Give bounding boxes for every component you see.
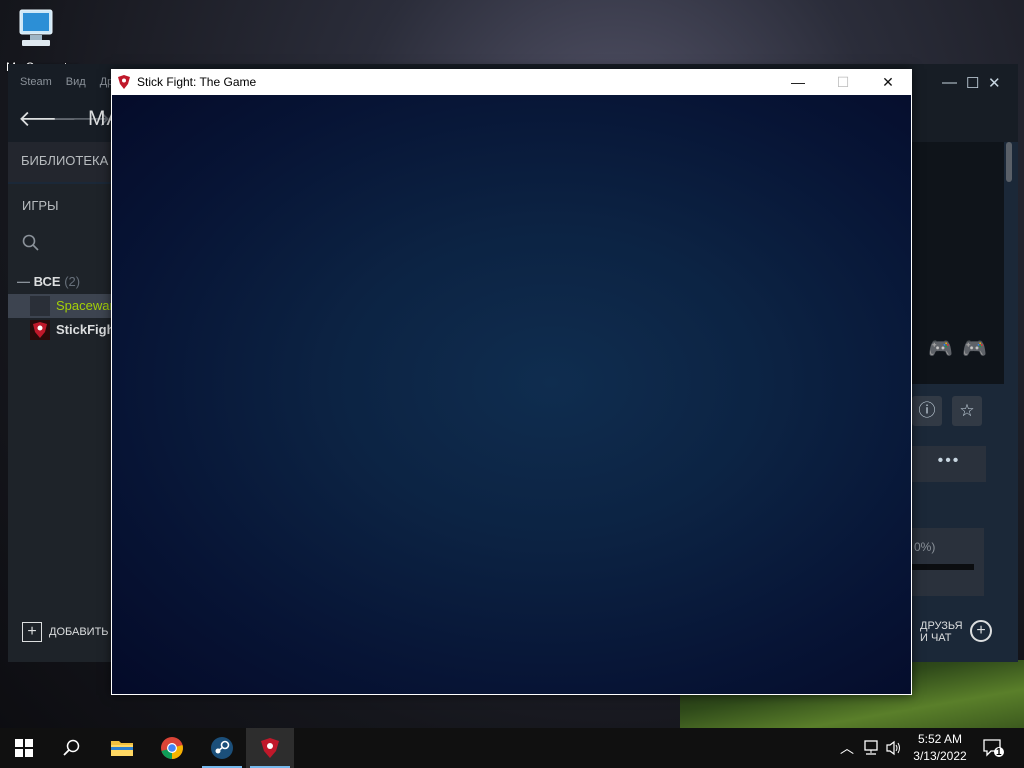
steam-taskbar-button[interactable] bbox=[198, 728, 246, 768]
steam-minimize-button[interactable]: — bbox=[942, 74, 957, 91]
taskbar: ︿ 5:52 AM 3/13/2022 1 bbox=[0, 728, 1024, 768]
minimize-button[interactable]: — bbox=[775, 69, 821, 95]
game-hero-area: 🎮 🎮 bbox=[912, 142, 1004, 384]
download-progress-card: 0%) bbox=[912, 528, 984, 596]
computer-icon bbox=[19, 9, 53, 46]
network-icon[interactable] bbox=[862, 728, 880, 768]
all-label: ВСЕ bbox=[33, 274, 61, 289]
all-count: (2) bbox=[64, 274, 81, 289]
download-percent: 0%) bbox=[914, 540, 936, 554]
add-game-button[interactable]: + ДОБАВИТЬ bbox=[22, 622, 109, 642]
game-list-item-stickfight[interactable]: StickFight bbox=[8, 318, 112, 342]
game-window: Stick Fight: The Game — ☐ ✕ bbox=[111, 69, 912, 695]
info-icon[interactable]: ⓘ bbox=[912, 396, 942, 426]
steam-close-button[interactable]: ✕ bbox=[988, 74, 1001, 92]
friends-label-line2: И ЧАТ bbox=[920, 632, 952, 644]
maximize-button[interactable]: ☐ bbox=[820, 69, 866, 95]
game-titlebar[interactable]: Stick Fight: The Game — ☐ ✕ bbox=[111, 69, 912, 95]
star-icon[interactable]: ☆ bbox=[952, 396, 982, 426]
clock[interactable]: 5:52 AM 3/13/2022 bbox=[905, 731, 975, 765]
controller-icon: 🎮 bbox=[962, 338, 987, 360]
folder-icon bbox=[111, 741, 133, 756]
game-thumbnail bbox=[30, 296, 50, 316]
remote-play-controller-icon: 🎮 bbox=[928, 338, 953, 360]
notification-count: 1 bbox=[996, 747, 1002, 758]
file-explorer-button[interactable] bbox=[98, 728, 146, 768]
search-icon bbox=[63, 739, 80, 756]
more-options-button[interactable]: ••• bbox=[912, 446, 986, 482]
steam-icon bbox=[211, 737, 233, 759]
search-icon[interactable] bbox=[22, 234, 40, 257]
games-dropdown[interactable]: ИГРЫ bbox=[22, 198, 59, 213]
windows-icon bbox=[15, 739, 33, 757]
game-name: Spacewar bbox=[56, 298, 112, 313]
game-name: StickFight bbox=[56, 322, 112, 337]
steam-scrollbar[interactable] bbox=[1006, 142, 1012, 182]
stickfight-app-icon bbox=[116, 74, 132, 95]
library-sidebar: ИГРЫ — ВСЕ (2) Spacewar StickFight + ДОБА… bbox=[8, 184, 112, 662]
my-computer-desktop-icon[interactable]: My Computer bbox=[6, 8, 78, 74]
download-progress-bar bbox=[912, 564, 974, 570]
add-game-label: ДОБАВИТЬ bbox=[49, 625, 109, 638]
stickfight-icon bbox=[30, 320, 50, 340]
stickfight-taskbar-button[interactable] bbox=[246, 728, 294, 768]
plus-icon: + bbox=[22, 622, 42, 642]
steam-maximize-button[interactable]: ☐ bbox=[966, 74, 979, 92]
search-button[interactable] bbox=[48, 728, 96, 768]
game-list-item-spacewar[interactable]: Spacewar bbox=[8, 294, 112, 318]
menu-view[interactable]: Вид bbox=[66, 76, 86, 88]
close-button[interactable]: ✕ bbox=[865, 69, 911, 95]
volume-icon[interactable] bbox=[885, 728, 903, 768]
friends-label-line1: ДРУЗЬЯ bbox=[920, 620, 963, 632]
all-games-header[interactable]: — ВСЕ (2) bbox=[17, 274, 80, 289]
clock-time: 5:52 AM bbox=[917, 732, 963, 746]
game-canvas[interactable] bbox=[112, 95, 911, 694]
show-hidden-icons-chevron-icon[interactable]: ︿ bbox=[840, 728, 854, 768]
steam-menu: Steam Вид Др bbox=[20, 76, 113, 88]
library-label: БИБЛИОТЕКА bbox=[21, 153, 109, 168]
library-tab[interactable]: БИБЛИОТЕКА bbox=[8, 142, 118, 182]
start-button[interactable] bbox=[0, 728, 48, 768]
add-friend-icon[interactable]: + bbox=[970, 620, 992, 642]
chrome-button[interactable] bbox=[148, 728, 196, 768]
menu-steam[interactable]: Steam bbox=[20, 76, 52, 88]
friends-chat-button[interactable]: ДРУЗЬЯ И ЧАТ bbox=[920, 620, 963, 644]
stickfight-icon bbox=[261, 738, 279, 758]
clock-date: 3/13/2022 bbox=[913, 749, 967, 763]
chrome-icon bbox=[161, 737, 183, 759]
game-window-title: Stick Fight: The Game bbox=[137, 75, 257, 89]
